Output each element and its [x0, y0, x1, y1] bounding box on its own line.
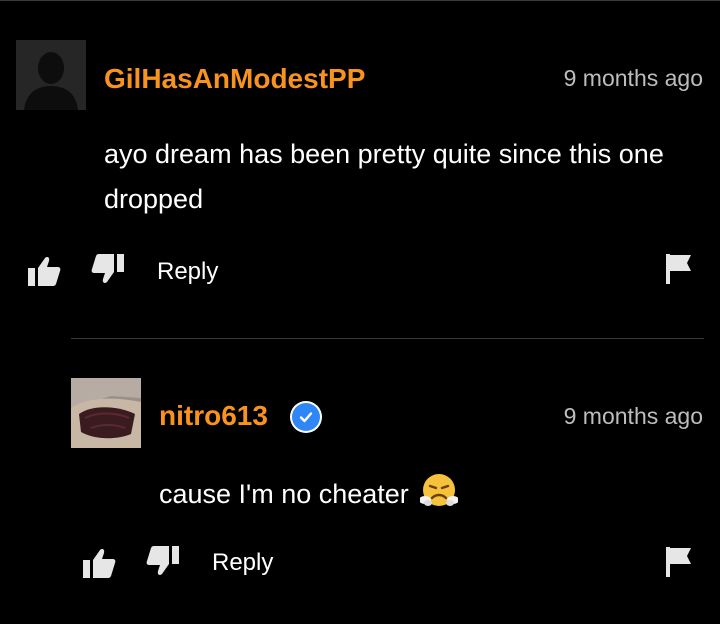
reply-text-row: cause I'm no cheater: [159, 470, 699, 522]
flag-icon: [666, 547, 691, 577]
reply-thumbs-down-button[interactable]: [145, 543, 181, 579]
reply-username[interactable]: nitro613: [159, 399, 268, 433]
top-divider: [0, 0, 720, 1]
thumbs-down-icon: [91, 254, 124, 283]
flag-icon: [666, 254, 691, 284]
reply-button[interactable]: Reply: [157, 257, 218, 287]
reply-report-flag-button[interactable]: [662, 545, 696, 579]
reply-timestamp: 9 months ago: [563, 403, 703, 429]
steam-from-nose-face-icon: [419, 470, 460, 522]
default-avatar-icon[interactable]: [16, 40, 86, 110]
reply-reply-button[interactable]: Reply: [212, 548, 273, 578]
report-flag-button[interactable]: [662, 252, 696, 286]
thread-divider: [71, 338, 704, 339]
thumbs-up-button[interactable]: [26, 253, 62, 289]
verified-badge-icon: [290, 401, 322, 433]
thumbs-down-button[interactable]: [90, 251, 126, 287]
reply-text: cause I'm no cheater: [159, 479, 409, 510]
user-photo-avatar[interactable]: [71, 378, 141, 448]
comment-text: ayo dream has been pretty quite since th…: [104, 139, 664, 214]
comment-username[interactable]: GilHasAnModestPP: [104, 62, 365, 96]
thumbs-up-icon: [28, 257, 61, 286]
comment-timestamp: 9 months ago: [563, 65, 703, 91]
thumbs-up-icon: [83, 549, 116, 578]
reply-thumbs-up-button[interactable]: [81, 545, 117, 581]
thumbs-down-icon: [146, 546, 179, 575]
